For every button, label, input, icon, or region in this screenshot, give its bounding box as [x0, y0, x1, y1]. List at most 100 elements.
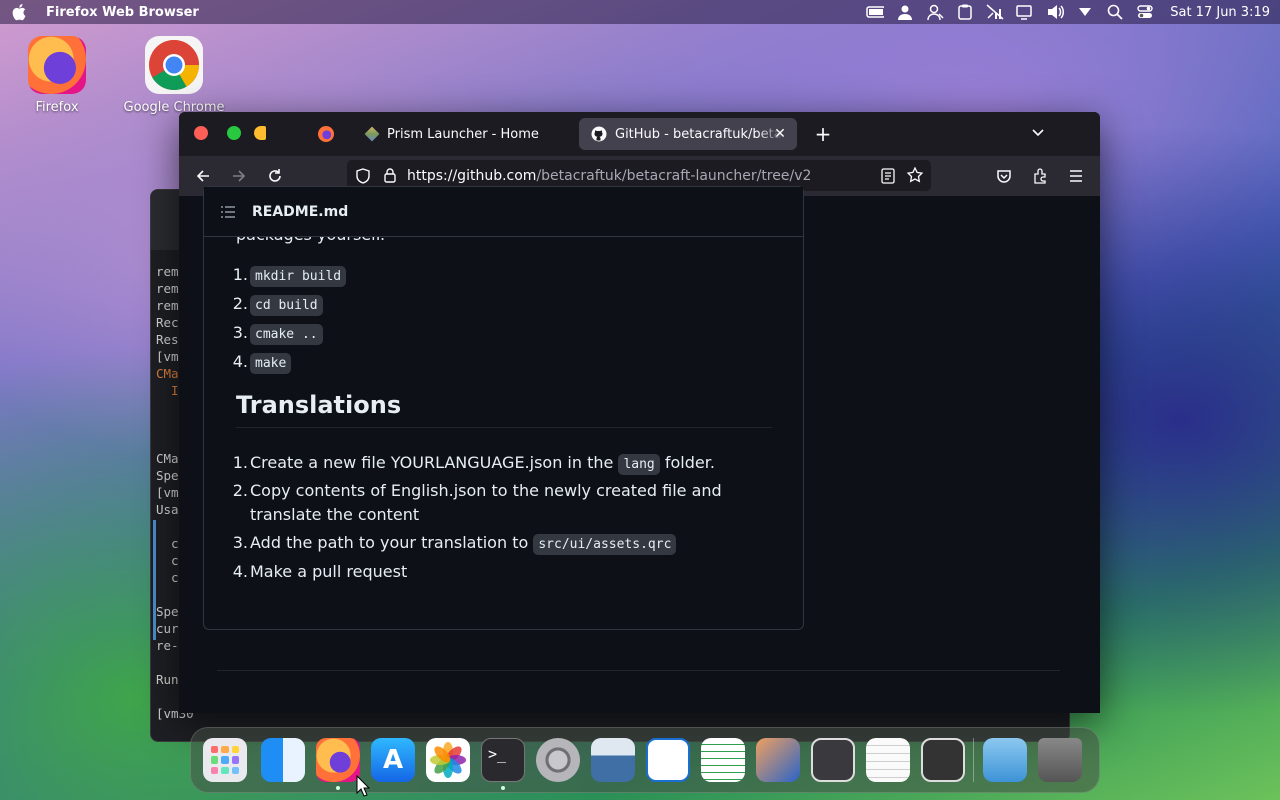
tab-label: Prism Launcher - Home — [387, 126, 539, 142]
system-settings-icon[interactable] — [536, 738, 580, 782]
finder-icon[interactable] — [261, 738, 305, 782]
active-app-name[interactable]: Firefox Web Browser — [46, 5, 199, 20]
inline-code: lang — [618, 454, 660, 475]
reader-view-icon[interactable] — [881, 168, 895, 188]
readme-header: README.md — [204, 187, 803, 237]
readme-filename[interactable]: README.md — [252, 204, 348, 220]
spreadsheet-icon[interactable] — [701, 738, 745, 782]
photos-icon[interactable] — [426, 738, 470, 782]
screenshot-icon[interactable] — [591, 738, 635, 782]
close-tab-icon[interactable]: ✕ — [771, 125, 789, 143]
running-indicator — [336, 786, 340, 790]
menubar-clock[interactable]: Sat 17 Jun 3:19 — [1170, 5, 1270, 20]
list-item: 3. Add the path to your translation to s… — [233, 533, 677, 555]
tape-recorder-icon[interactable] — [811, 738, 855, 782]
lock-icon[interactable] — [383, 167, 397, 187]
downloads-folder-icon[interactable] — [983, 738, 1027, 782]
dock: A >_ — [190, 727, 1100, 793]
list-text: Create a new file YOURLANGUAGE.json in t… — [250, 453, 619, 472]
extensions-icon[interactable] — [1030, 166, 1050, 186]
battery-icon[interactable] — [866, 4, 885, 20]
accessibility-icon[interactable] — [926, 4, 944, 20]
tab-github[interactable]: GitHub - betacraftuk/betacraft-launcher … — [579, 118, 797, 150]
back-button[interactable] — [193, 166, 213, 186]
inline-code: mkdir build — [250, 266, 347, 287]
list-number: 2. — [232, 481, 248, 500]
github-favicon — [591, 126, 607, 142]
terminal-dock-icon[interactable]: >_ — [481, 738, 525, 782]
list-text: folder. — [659, 453, 715, 472]
tab-label: GitHub - betacraftuk/betacraft-launcher — [615, 126, 783, 142]
network-off-icon[interactable] — [986, 4, 1004, 20]
bookmark-star-icon[interactable] — [906, 166, 924, 187]
firefox-dock-icon[interactable] — [316, 738, 360, 782]
desktop-icon-firefox[interactable]: Firefox — [2, 36, 112, 115]
volume-icon[interactable] — [1046, 4, 1065, 20]
list-item: 2. Copy contents of English.json to the … — [233, 481, 722, 500]
launchpad-icon[interactable] — [203, 738, 247, 782]
dropdown-icon[interactable] — [1076, 4, 1094, 20]
calculator-icon[interactable] — [921, 738, 965, 782]
running-indicator — [501, 786, 505, 790]
firefox-icon — [28, 36, 86, 94]
dock-separator — [973, 738, 974, 782]
minimize-window-button[interactable] — [254, 126, 266, 140]
list-number: 4. — [232, 562, 248, 581]
list-text: Make a pull request — [250, 562, 408, 581]
app-store-icon[interactable]: A — [371, 738, 415, 782]
inline-code: make — [250, 353, 292, 374]
readme-container: README.md packages yourself. 1. mkdir bu… — [203, 186, 804, 630]
url-host: https://github.com — [407, 167, 537, 184]
url-text[interactable]: https://github.com/betacraftuk/betacraft… — [407, 168, 811, 184]
list-item: 2. cd build — [233, 294, 323, 316]
mouse-cursor-icon — [356, 775, 370, 797]
firefox-window[interactable]: Prism Launcher - Home GitHub - betacraft… — [179, 112, 1100, 713]
inline-code: cmake .. — [250, 324, 323, 345]
tracking-protection-shield-icon[interactable] — [355, 168, 371, 188]
search-icon[interactable] — [1106, 4, 1124, 20]
hamburger-menu-icon[interactable] — [1066, 166, 1086, 186]
list-item: 1. Create a new file YOURLANGUAGE.json i… — [233, 453, 715, 475]
list-number: 1. — [232, 453, 248, 472]
page-content: README.md packages yourself. 1. mkdir bu… — [179, 186, 1100, 713]
graphics-editor-icon[interactable] — [756, 738, 800, 782]
apple-icon[interactable] — [10, 2, 30, 22]
maximize-window-button[interactable] — [227, 126, 241, 140]
chevron-down-icon[interactable] — [1030, 124, 1050, 144]
footer-divider — [217, 670, 1060, 671]
notes-icon[interactable] — [866, 738, 910, 782]
desktop-icon-label: Firefox — [35, 100, 79, 115]
forward-button[interactable] — [229, 166, 249, 186]
menu-bar: Firefox Web Browser Sat 17 Jun 3:19 — [0, 0, 1280, 24]
firefox-view-icon[interactable] — [318, 126, 334, 142]
list-number: 3. — [232, 323, 248, 342]
url-path: /betacraftuk/betacraft-launcher/tree/v2 — [536, 167, 812, 184]
desktop-icon-google-chrome[interactable]: Google Chrome — [119, 36, 229, 115]
list-unordered-icon[interactable] — [220, 204, 236, 220]
text-editor-icon[interactable] — [646, 738, 690, 782]
list-item: 4. Make a pull request — [233, 562, 408, 581]
tab-bar[interactable]: Prism Launcher - Home GitHub - betacraft… — [179, 112, 1100, 156]
list-item: 4. make — [233, 352, 292, 374]
list-number: 2. — [232, 294, 248, 313]
list-item: 3. cmake .. — [233, 323, 323, 345]
list-number: 4. — [232, 352, 248, 371]
list-number: 3. — [232, 533, 248, 552]
close-window-button[interactable] — [194, 126, 208, 140]
chrome-icon — [145, 36, 203, 94]
reload-button[interactable] — [265, 166, 285, 186]
list-text: translate the content — [250, 505, 420, 524]
clipboard-icon[interactable] — [956, 4, 974, 20]
list-item-continuation: translate the content — [250, 505, 419, 524]
trash-icon[interactable] — [1038, 738, 1082, 782]
user-icon[interactable] — [896, 4, 914, 20]
control-center-icon[interactable] — [1136, 4, 1154, 20]
new-tab-button[interactable]: + — [811, 122, 835, 146]
display-icon[interactable] — [1016, 4, 1034, 20]
translations-heading: Translations — [236, 391, 402, 419]
pocket-icon[interactable] — [994, 166, 1014, 186]
list-item: 1. mkdir build — [233, 265, 347, 287]
tab-prism-launcher[interactable]: Prism Launcher - Home — [353, 118, 573, 150]
inline-code: cd build — [250, 295, 323, 316]
inline-code: src/ui/assets.qrc — [533, 534, 677, 555]
